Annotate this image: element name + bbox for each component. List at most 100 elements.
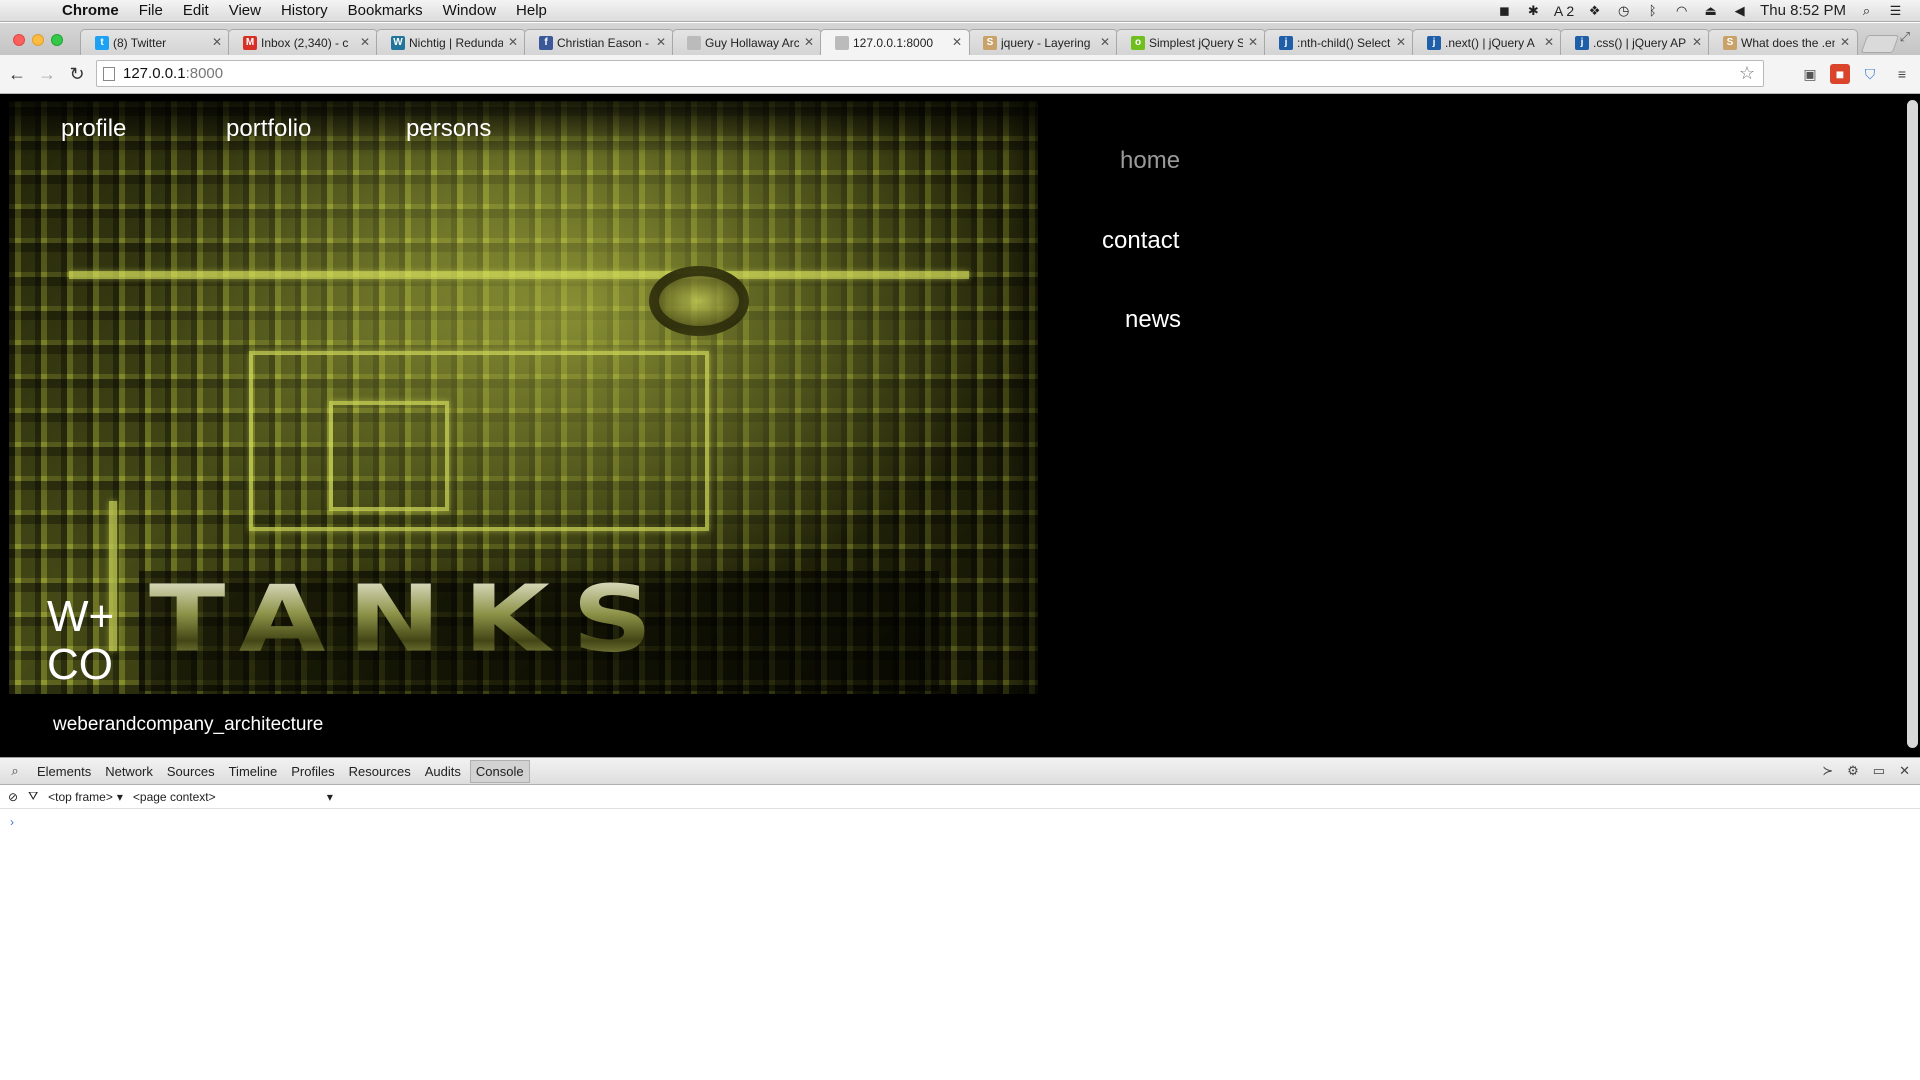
drawer-toggle-icon[interactable]: ≻ bbox=[1822, 763, 1833, 779]
fullscreen-icon[interactable]: ⤢ bbox=[1900, 29, 1910, 45]
tab-favicon-icon: t bbox=[95, 35, 109, 50]
dock-side-icon[interactable]: ▭ bbox=[1873, 763, 1885, 779]
tab-close-icon[interactable]: ✕ bbox=[1248, 35, 1258, 49]
tab-close-icon[interactable]: ✕ bbox=[1692, 35, 1702, 49]
new-tab-button[interactable] bbox=[1860, 35, 1900, 53]
browser-tab[interactable]: W Nichtig | Redunda ✕ bbox=[376, 29, 526, 55]
wifi-icon[interactable]: ◠ bbox=[1673, 3, 1690, 18]
time-machine-icon[interactable]: ◷ bbox=[1615, 3, 1632, 18]
tab-close-icon[interactable]: ✕ bbox=[508, 35, 518, 49]
tab-close-icon[interactable]: ✕ bbox=[360, 35, 370, 49]
page-viewport: TANKS profile portfolio persons home con… bbox=[0, 94, 1920, 757]
site-tagline: weberandcompany_architecture bbox=[53, 714, 324, 735]
tab-favicon-icon: j bbox=[1575, 35, 1589, 50]
tab-sources[interactable]: Sources bbox=[162, 761, 220, 782]
tab-favicon-icon: j bbox=[1427, 35, 1441, 50]
tab-network[interactable]: Network bbox=[100, 761, 158, 782]
tab-title: .next() | jQuery A bbox=[1445, 35, 1535, 50]
minimize-window-button[interactable] bbox=[32, 34, 44, 46]
menu-history[interactable]: History bbox=[271, 2, 338, 19]
context-select[interactable]: <page context> ▾ bbox=[133, 790, 333, 804]
browser-tab[interactable]: Sjquery - Layering ✕ bbox=[968, 29, 1118, 55]
nav-profile[interactable]: profile bbox=[61, 115, 126, 143]
back-button[interactable]: ← bbox=[4, 64, 30, 85]
menu-file[interactable]: File bbox=[129, 2, 173, 19]
forward-button[interactable]: → bbox=[34, 64, 60, 85]
settings-gear-icon[interactable]: ⚙ bbox=[1847, 763, 1859, 779]
menu-help[interactable]: Help bbox=[506, 2, 557, 19]
chrome-menu-icon[interactable]: ≡ bbox=[1892, 64, 1912, 84]
tab-profiles[interactable]: Profiles bbox=[286, 761, 339, 782]
wco-line-2: CO bbox=[47, 640, 113, 689]
url-host: 127.0.0.1 bbox=[123, 65, 186, 82]
nav-persons[interactable]: persons bbox=[406, 115, 491, 143]
bluetooth-icon[interactable]: ᛒ bbox=[1644, 3, 1661, 18]
tab-console[interactable]: Console bbox=[469, 759, 530, 783]
tanks-logo: TANKS bbox=[149, 566, 675, 673]
tab-elements[interactable]: Elements bbox=[32, 761, 96, 782]
extension-shield-icon[interactable]: ⛉ bbox=[1860, 64, 1880, 84]
browser-tab[interactable]: j .css() | jQuery API ✕ bbox=[1560, 29, 1710, 55]
tab-close-icon[interactable]: ✕ bbox=[1396, 35, 1406, 49]
browser-tab[interactable]: f Christian Eason - ✕ bbox=[524, 29, 674, 55]
browser-tab[interactable]: Guy Hollaway Arc ✕ bbox=[672, 29, 822, 55]
reload-button[interactable]: ↻ bbox=[64, 64, 90, 85]
tab-close-icon[interactable]: ✕ bbox=[1840, 35, 1850, 49]
zoom-window-button[interactable] bbox=[51, 34, 63, 46]
tab-close-icon[interactable]: ✕ bbox=[212, 35, 222, 49]
frame-select-value: <top frame> bbox=[48, 789, 113, 804]
nav-news[interactable]: news bbox=[1125, 306, 1181, 334]
tab-close-icon[interactable]: ✕ bbox=[1100, 35, 1110, 49]
browser-tab[interactable]: 127.0.0.1:8000 ✕ bbox=[820, 29, 970, 55]
notification-center-icon[interactable]: ☰ bbox=[1887, 3, 1904, 18]
volume-icon[interactable]: ◀ bbox=[1731, 3, 1748, 18]
menu-edit[interactable]: Edit bbox=[173, 2, 219, 19]
tab-timeline[interactable]: Timeline bbox=[224, 761, 283, 782]
menu-app-name[interactable]: Chrome bbox=[52, 2, 129, 19]
eject-icon[interactable]: ⏏ bbox=[1702, 3, 1719, 18]
page-scrollbar[interactable] bbox=[1907, 100, 1918, 748]
bookmark-star-icon[interactable]: ☆ bbox=[1739, 63, 1755, 84]
dropbox-status-icon[interactable]: ❖ bbox=[1586, 3, 1603, 18]
clock[interactable]: Thu 8:52 PM bbox=[1760, 2, 1846, 19]
tab-close-icon[interactable]: ✕ bbox=[656, 35, 666, 49]
nav-portfolio[interactable]: portfolio bbox=[226, 115, 311, 143]
close-window-button[interactable] bbox=[13, 34, 25, 46]
menu-window[interactable]: Window bbox=[433, 2, 506, 19]
asterisk-status-icon[interactable]: ✱ bbox=[1525, 3, 1542, 18]
console-filter-bar: ⊘ ⛛ <top frame> ▾ <page context> ▾ bbox=[0, 785, 1920, 809]
tab-title: 127.0.0.1:8000 bbox=[853, 35, 934, 50]
spotlight-search-icon[interactable]: ⌕ bbox=[1858, 3, 1875, 18]
menu-bookmarks[interactable]: Bookmarks bbox=[338, 2, 433, 19]
browser-tab[interactable]: j .next() | jQuery A ✕ bbox=[1412, 29, 1562, 55]
tab-resources[interactable]: Resources bbox=[344, 761, 416, 782]
browser-tab[interactable]: o Simplest jQuery S ✕ bbox=[1116, 29, 1266, 55]
wco-monogram[interactable]: W+ CO bbox=[47, 593, 114, 689]
tab-close-icon[interactable]: ✕ bbox=[952, 35, 962, 49]
console-prompt[interactable]: › bbox=[0, 809, 1920, 835]
tab-close-icon[interactable]: ✕ bbox=[1544, 35, 1554, 49]
nav-contact[interactable]: contact bbox=[1102, 227, 1179, 255]
adobe-status-icon[interactable]: A 2 bbox=[1554, 3, 1574, 19]
tab-close-icon[interactable]: ✕ bbox=[804, 35, 814, 49]
address-bar[interactable]: 127.0.0.1 :8000 ☆ bbox=[96, 60, 1764, 87]
extension-glasses-icon[interactable]: ▣ bbox=[1800, 64, 1820, 84]
extension-red-icon[interactable]: ■ bbox=[1830, 64, 1850, 84]
tab-favicon-icon: f bbox=[539, 35, 553, 50]
evernote-status-icon[interactable]: ◼ bbox=[1496, 3, 1513, 18]
tab-title: .css() | jQuery API bbox=[1593, 35, 1687, 50]
close-devtools-icon[interactable]: ✕ bbox=[1899, 763, 1910, 779]
wco-line-1: W+ bbox=[47, 592, 115, 641]
browser-tab[interactable]: M Inbox (2,340) - c ✕ bbox=[228, 29, 378, 55]
browser-tab[interactable]: t (8) Twitter ✕ bbox=[80, 29, 230, 55]
gear-detail bbox=[649, 266, 749, 336]
frame-select[interactable]: <top frame> ▾ bbox=[48, 790, 123, 804]
inspect-search-icon[interactable]: ⌕ bbox=[0, 763, 30, 779]
clear-console-icon[interactable]: ⊘ bbox=[8, 790, 18, 804]
filter-icon[interactable]: ⛛ bbox=[28, 789, 38, 804]
tab-audits[interactable]: Audits bbox=[420, 761, 466, 782]
menu-view[interactable]: View bbox=[219, 2, 271, 19]
browser-tab[interactable]: S What does the .en ✕ bbox=[1708, 29, 1858, 55]
nav-home[interactable]: home bbox=[1120, 147, 1180, 175]
browser-tab[interactable]: j:nth-child() Select ✕ bbox=[1264, 29, 1414, 55]
